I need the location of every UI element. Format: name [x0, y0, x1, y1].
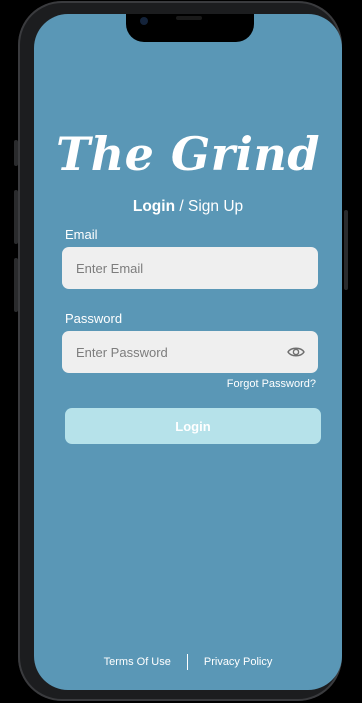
privacy-policy-link[interactable]: Privacy Policy: [204, 656, 272, 668]
app-screen: The Grind Login / Sign Up Email Password…: [34, 14, 342, 690]
tab-login[interactable]: Login: [133, 198, 175, 215]
auth-tab-separator: /: [179, 198, 184, 215]
mute-switch: [14, 140, 18, 166]
email-field-container: [62, 247, 318, 289]
tab-signup[interactable]: Sign Up: [188, 198, 243, 215]
front-camera: [140, 17, 148, 25]
earpiece-speaker: [176, 16, 202, 20]
eye-icon[interactable]: [286, 342, 306, 362]
email-field[interactable]: [74, 259, 306, 277]
email-label: Email: [65, 227, 98, 242]
password-label: Password: [65, 311, 123, 326]
camera-notch: [126, 14, 254, 42]
auth-tabs: Login / Sign Up: [34, 198, 342, 216]
forgot-password-link[interactable]: Forgot Password?: [227, 378, 316, 390]
power-button: [344, 210, 348, 290]
volume-down-button: [14, 258, 18, 312]
terms-of-use-link[interactable]: Terms Of Use: [104, 656, 171, 668]
password-field[interactable]: [74, 343, 286, 361]
app-title: The Grind: [55, 127, 321, 181]
footer-divider: [186, 654, 188, 670]
login-button[interactable]: Login: [65, 408, 321, 444]
volume-up-button: [14, 190, 18, 244]
footer-links: Terms Of Use Privacy Policy: [34, 654, 342, 670]
password-field-container: [62, 331, 318, 373]
